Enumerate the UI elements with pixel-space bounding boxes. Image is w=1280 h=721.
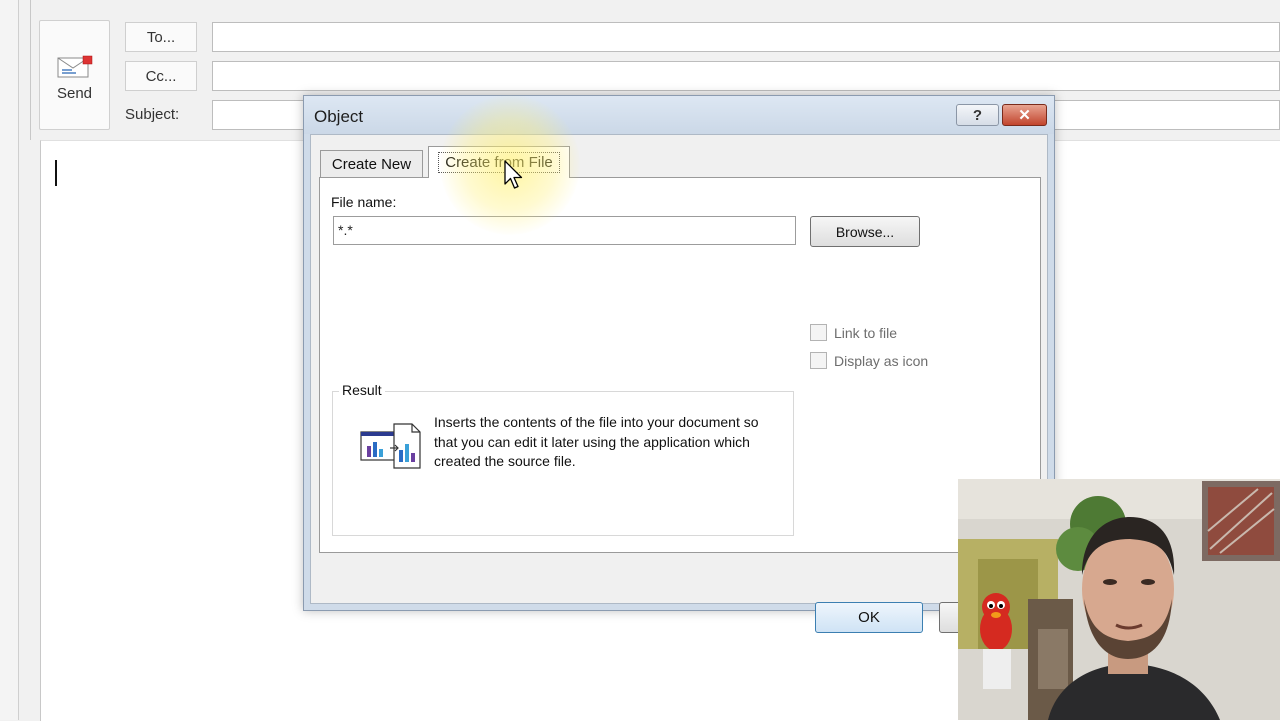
display-as-icon-checkbox[interactable]: Display as icon [810,352,928,369]
send-envelope-icon [57,55,92,78]
ok-button[interactable]: OK [815,602,923,633]
cc-button[interactable]: Cc... [125,61,197,91]
send-label: Send [56,85,93,102]
text-caret [55,160,57,186]
link-to-file-checkbox[interactable]: Link to file [810,324,897,341]
help-icon: ? [972,106,983,124]
subject-label: Subject: [125,106,180,123]
create-from-file-panel: File name: *.* Browse... Link to file Di… [319,177,1041,553]
result-label: Result [339,382,385,398]
tab-create-new-label: Create New [331,156,412,173]
dialog-title-bar[interactable]: Object ? ✕ [304,96,1054,134]
result-group: Result Inserts the contents of the file … [332,382,794,536]
dialog-client-area: Create New Create from File File name: *… [310,134,1048,633]
left-rail [0,0,19,720]
to-field[interactable] [212,22,1280,52]
close-button[interactable]: ✕ [1002,104,1047,126]
result-description: Inserts the contents of the file into yo… [434,414,759,469]
tab-create-from-file-label: Create from File [438,152,560,173]
mouse-pointer-icon [504,160,523,189]
webcam-overlay [958,479,1280,720]
browse-button[interactable]: Browse... [810,216,920,247]
send-button[interactable]: Send [39,20,110,130]
file-name-input[interactable]: *.* [333,216,796,245]
tab-create-from-file[interactable]: Create from File [428,146,570,178]
link-to-file-label: Link to file [834,324,898,341]
file-name-label: File name: [331,194,397,210]
cc-field[interactable] [212,61,1280,91]
to-button[interactable]: To... [125,22,197,52]
tab-create-new[interactable]: Create New [320,150,423,178]
dialog-title: Object [314,107,364,126]
embedded-file-chart-icon [360,423,421,469]
help-button[interactable]: ? [956,104,999,126]
object-dialog: Object ? ✕ Create New Create from File F… [303,95,1055,633]
display-as-icon-box [810,352,827,369]
display-as-icon-label: Display as icon [834,352,929,369]
presenter-video [958,479,1280,720]
link-to-file-box [810,324,827,341]
close-icon: ✕ [1018,107,1031,124]
